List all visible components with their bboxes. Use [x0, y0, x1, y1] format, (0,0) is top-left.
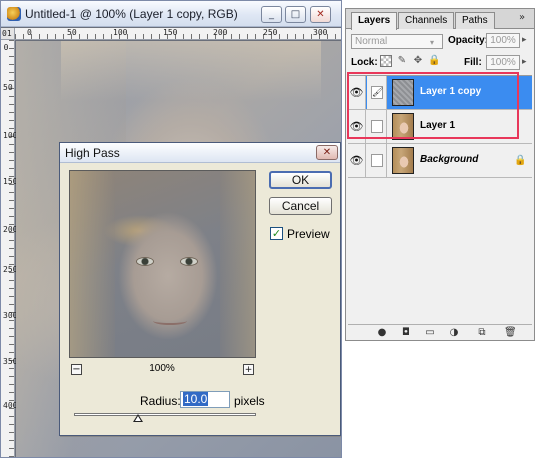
ruler-label: 250: [3, 266, 17, 274]
ruler-label: 300: [313, 28, 328, 37]
fill-label: Fill:: [464, 57, 482, 68]
add-mask-icon[interactable]: ◘: [400, 327, 412, 339]
tab-channels[interactable]: Channels: [398, 12, 455, 29]
ruler-label: 0: [27, 28, 32, 37]
preview-hair: [220, 171, 255, 357]
adjustment-layer-icon[interactable]: ◑: [448, 327, 460, 339]
opacity-label: Opacity:: [448, 35, 489, 46]
dialog-titlebar[interactable]: High Pass ✕: [60, 143, 340, 163]
layer-row-background[interactable]: 👁 Background 🔒: [348, 144, 532, 178]
new-layer-icon[interactable]: ⧉: [476, 327, 488, 339]
opacity-input[interactable]: 100%: [486, 33, 520, 48]
zoom-in-button[interactable]: +: [243, 364, 254, 375]
radius-input[interactable]: 10.0: [180, 391, 230, 408]
layers-panel: Layers Channels Paths » Normal ▾ Opacity…: [345, 8, 535, 341]
trash-icon[interactable]: 🗑: [504, 327, 517, 339]
ruler-label: 50: [67, 28, 77, 37]
high-pass-dialog: High Pass ✕ − 100% + OK Cancel ✓ Preview…: [59, 142, 341, 436]
tab-layers[interactable]: Layers: [351, 12, 398, 30]
tab-paths[interactable]: Paths: [455, 12, 495, 29]
document-title: Untitled-1 @ 100% (Layer 1 copy, RGB): [25, 7, 238, 21]
close-button[interactable]: ✕: [310, 6, 331, 23]
opacity-slider-arrow-icon[interactable]: ▸: [522, 35, 527, 45]
radius-slider-thumb[interactable]: [132, 414, 143, 422]
layer-link-cell[interactable]: [367, 144, 387, 177]
fill-slider-arrow-icon[interactable]: ▸: [522, 57, 527, 67]
ruler-ticks: [15, 34, 341, 39]
panel-tab-bar: Layers Channels Paths »: [346, 9, 534, 30]
lock-position-icon[interactable]: ✥: [412, 55, 424, 67]
radius-label: Radius:: [140, 394, 181, 408]
ruler-label: 150: [163, 28, 178, 37]
cancel-button[interactable]: Cancel: [269, 197, 332, 215]
vertical-ruler[interactable]: 0 50 100 150 200 250 300 350 400: [1, 40, 17, 457]
ruler-label: 50: [3, 83, 13, 92]
lock-label: Lock:: [351, 57, 378, 68]
ruler-label: 200: [213, 28, 228, 37]
radius-value[interactable]: 10.0: [183, 392, 209, 406]
ruler-label: 100: [113, 28, 128, 37]
lock-all-icon[interactable]: 🔒: [428, 55, 440, 67]
lock-image-icon[interactable]: ✎: [396, 55, 408, 67]
preview-eye: [136, 257, 154, 266]
ruler-label: 400: [3, 402, 17, 410]
preview-hair: [70, 171, 115, 357]
ruler-label: 200: [3, 226, 17, 234]
radius-slider-track[interactable]: [74, 413, 256, 416]
dialog-close-button[interactable]: ✕: [316, 145, 338, 160]
fill-input[interactable]: 100%: [486, 55, 520, 70]
preview-eye: [180, 257, 198, 266]
layer-style-icon[interactable]: ●: [376, 327, 388, 339]
document-window: Untitled-1 @ 100% (Layer 1 copy, RGB) _ …: [0, 0, 342, 458]
filter-preview-image[interactable]: [69, 170, 256, 358]
zoom-level: 100%: [149, 363, 175, 374]
layer-name[interactable]: Background: [420, 154, 478, 165]
chevron-down-icon[interactable]: ▾: [430, 38, 434, 47]
document-titlebar[interactable]: Untitled-1 @ 100% (Layer 1 copy, RGB) _ …: [1, 1, 341, 27]
layer-thumbnail: [392, 147, 414, 174]
dialog-title: High Pass: [65, 146, 120, 160]
link-box: [371, 154, 383, 167]
visibility-eye-icon[interactable]: 👁: [348, 144, 366, 177]
ruler-corner-label: 01: [2, 29, 12, 38]
layers-highlight-annotation: [347, 72, 519, 139]
ruler-label: 350: [3, 358, 17, 366]
ruler-ticks: [9, 40, 14, 457]
panel-menu-icon[interactable]: »: [519, 12, 525, 23]
layers-panel-footer: ● ◘ ▭ ◑ ⧉ 🗑: [348, 324, 532, 340]
maximize-button[interactable]: □: [285, 6, 306, 23]
lock-transparency-icon[interactable]: [380, 55, 392, 67]
radius-unit: pixels: [234, 394, 265, 408]
preview-checkbox-label[interactable]: Preview: [287, 227, 330, 241]
ruler-label: 150: [3, 178, 17, 186]
ruler-origin[interactable]: 01: [1, 28, 15, 40]
photoshop-app-icon[interactable]: [7, 7, 21, 21]
zoom-out-button[interactable]: −: [71, 364, 82, 375]
canvas-hair-shading: [61, 41, 321, 101]
preview-mouth: [153, 317, 187, 325]
new-group-icon[interactable]: ▭: [424, 327, 436, 339]
preview-checkbox[interactable]: ✓: [270, 227, 283, 240]
ruler-label: 300: [3, 312, 17, 320]
minimize-button[interactable]: _: [261, 6, 282, 23]
ruler-label: 0: [3, 43, 9, 52]
ruler-label: 250: [263, 28, 278, 37]
horizontal-ruler[interactable]: 0 50 100 150 200 250 300: [15, 28, 341, 40]
layer-lock-icon: 🔒: [514, 155, 527, 166]
ruler-label: 100: [3, 132, 17, 140]
ok-button[interactable]: OK: [269, 171, 332, 189]
